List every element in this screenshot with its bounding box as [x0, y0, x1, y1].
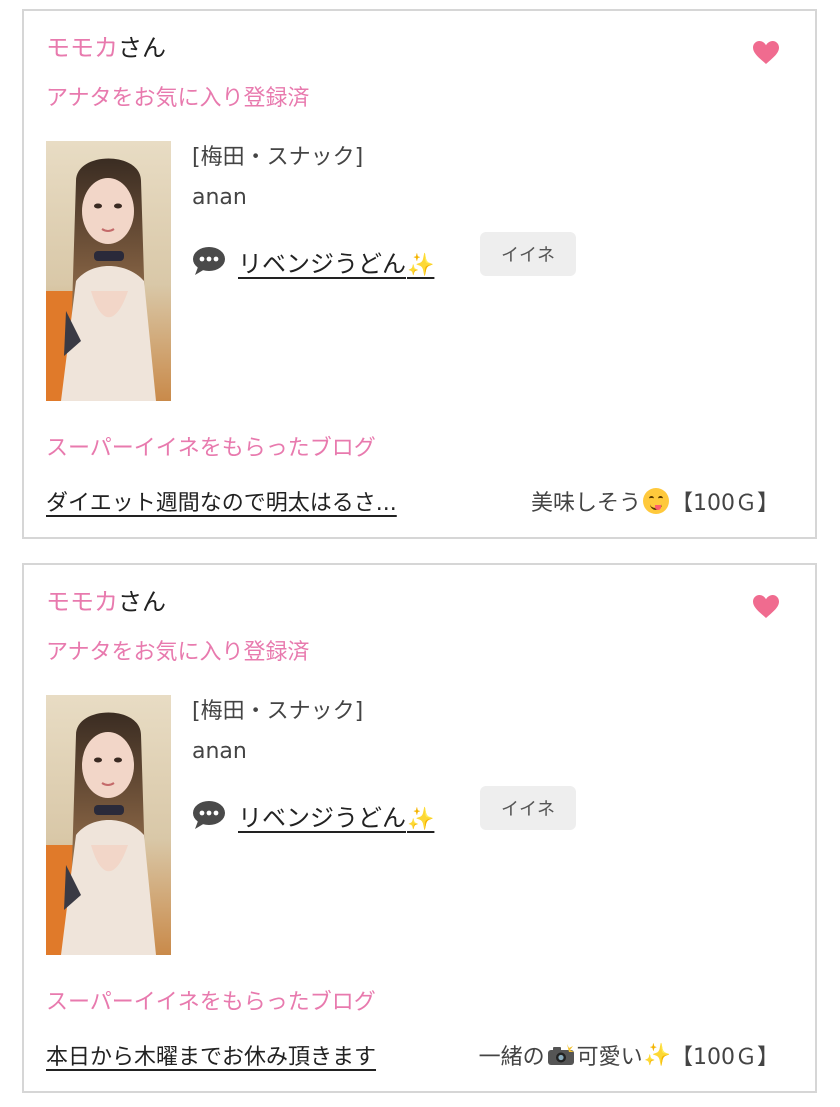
favorite-user-card: モモカさん アナタをお気に入り登録済 [梅田・スナック] anan リベンジうど… — [22, 9, 817, 539]
cast-photo[interactable] — [46, 695, 171, 955]
latest-blog-row: リベンジうどん✨ — [192, 793, 434, 837]
favorite-status: アナタをお気に入り登録済 — [46, 640, 310, 665]
cast-name: anan — [192, 185, 247, 210]
comment-text: 美味しそう — [530, 491, 641, 516]
super-like-row: 本日から木曜までお休み頂きます 一緒の 可愛い ✨ 【100Ｇ】 — [46, 1037, 779, 1073]
super-like-blog-link[interactable]: ダイエット週間なので明太はるさ... — [46, 485, 397, 517]
super-like-heading: スーパーイイネをもらったブログ — [46, 990, 376, 1015]
like-button[interactable]: イイネ — [480, 232, 576, 276]
user-line: モモカさん — [46, 33, 166, 63]
user-honorific: さん — [118, 34, 166, 62]
favorite-status: アナタをお気に入り登録済 — [46, 86, 310, 111]
camera-flash-icon — [547, 1044, 574, 1065]
comment-text: 一緒の — [478, 1045, 545, 1070]
like-button[interactable]: イイネ — [480, 786, 576, 830]
blog-title-text: リベンジうどん — [238, 803, 406, 832]
super-like-heading: スーパーイイネをもらったブログ — [46, 436, 376, 461]
blog-title-link[interactable]: リベンジうどん✨ — [238, 798, 434, 833]
shop-area: [梅田・スナック] — [192, 699, 364, 724]
latest-blog-row: リベンジうどん✨ — [192, 239, 434, 283]
blog-title-link[interactable]: リベンジうどん✨ — [238, 244, 434, 279]
points-text: 【100Ｇ】 — [671, 1045, 779, 1070]
yum-face-icon — [643, 488, 669, 514]
cast-name: anan — [192, 739, 247, 764]
speech-bubble-icon — [193, 801, 225, 829]
favorite-user-card: モモカさん アナタをお気に入り登録済 [梅田・スナック] anan リベンジうど… — [22, 563, 817, 1093]
super-like-comment: 一緒の 可愛い ✨ 【100Ｇ】 — [479, 1039, 779, 1071]
super-like-blog-link[interactable]: 本日から木曜までお休み頂きます — [46, 1039, 376, 1071]
points-text: 【100Ｇ】 — [671, 491, 779, 516]
speech-bubble-icon — [193, 247, 225, 275]
super-like-comment: 美味しそう 【100Ｇ】 — [531, 485, 779, 517]
sparkles-icon: ✨ — [407, 252, 435, 278]
user-honorific: さん — [118, 588, 166, 616]
shop-area: [梅田・スナック] — [192, 145, 364, 170]
sparkles-icon: ✨ — [407, 806, 435, 832]
user-name[interactable]: モモカ — [46, 588, 118, 616]
comment-text: 可愛い — [576, 1045, 643, 1070]
user-name[interactable]: モモカ — [46, 34, 118, 62]
cast-photo[interactable] — [46, 141, 171, 401]
user-line: モモカさん — [46, 587, 166, 617]
sparkles-icon: ✨ — [643, 1042, 671, 1068]
blog-title-text: リベンジうどん — [238, 249, 406, 278]
super-like-row: ダイエット週間なので明太はるさ... 美味しそう 【100Ｇ】 — [46, 483, 779, 519]
heart-icon[interactable] — [753, 41, 779, 65]
heart-icon[interactable] — [753, 595, 779, 619]
